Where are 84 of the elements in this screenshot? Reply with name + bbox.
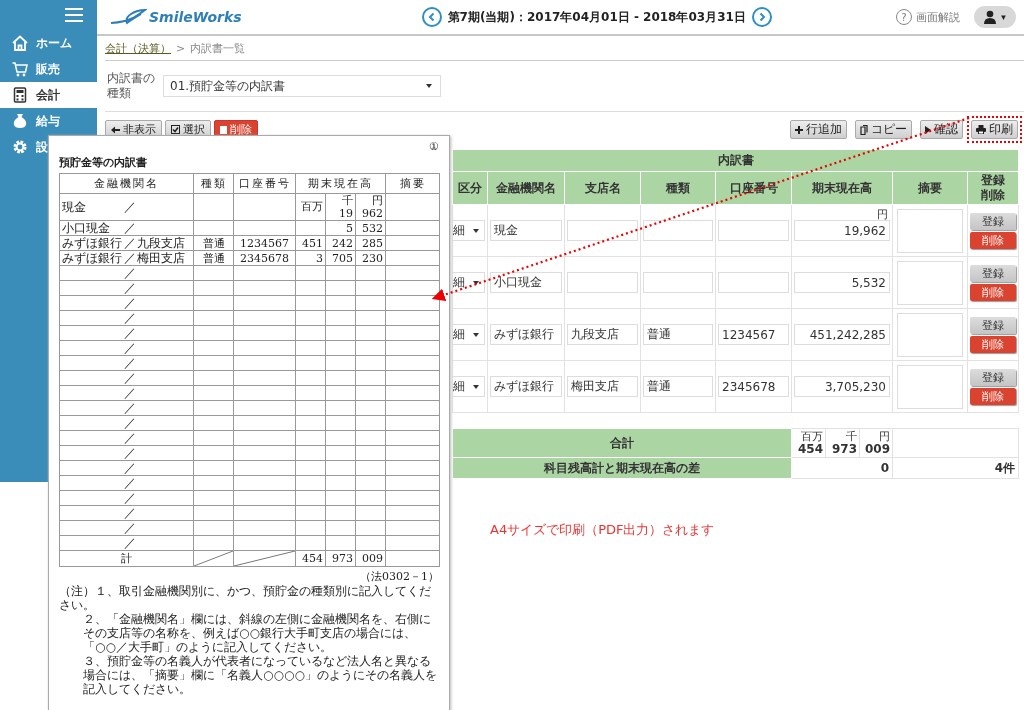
slash-mark: ／: [124, 251, 136, 265]
slash-mark: ／: [124, 341, 136, 355]
slash-mark: ／: [124, 521, 136, 535]
form-code: （法0302－1）: [360, 569, 439, 584]
page-number: ①: [429, 140, 439, 153]
slash-mark: ／: [124, 476, 136, 490]
bank-name: みずほ銀行: [62, 251, 123, 265]
unit-label: 円: [371, 194, 383, 207]
column-header: 摘要: [385, 173, 440, 194]
amount-value: 705: [331, 251, 353, 265]
field-label: 内訳書の種類: [107, 71, 155, 101]
document-title: 預貯金等の内訳書: [59, 155, 148, 170]
column-header: 登録削除: [967, 171, 1019, 205]
unit-label: 百万: [300, 201, 323, 213]
column-header: 期末現在高: [791, 171, 893, 205]
branch-name: 九段支店: [137, 236, 185, 250]
slash-mark: ／: [124, 221, 136, 235]
column-header: 種類: [193, 173, 234, 194]
slash-mark: ／: [124, 536, 136, 550]
amount-value: 532: [361, 221, 383, 235]
column-header: 摘要: [892, 171, 968, 205]
slash-mark: ／: [124, 296, 136, 310]
breadcrumb-current: 内訳書一覧: [190, 40, 246, 56]
bank-name: 現金: [62, 200, 87, 214]
slash-mark: ／: [124, 446, 136, 460]
branch-name: 梅田支店: [137, 251, 185, 265]
slash-mark: ／: [124, 326, 136, 340]
bank-name: みずほ銀行: [62, 236, 123, 250]
column-header: 口座番号: [233, 173, 296, 194]
period-label: 第7期(当期)：2017年04月01日 - 2018年03月31日: [447, 8, 746, 26]
total-label: 計: [59, 550, 194, 567]
amount-value: 230: [361, 251, 383, 265]
breadcrumb-separator: >: [176, 41, 186, 55]
column-header: 区分: [452, 171, 488, 205]
unit-label: 円: [877, 207, 888, 222]
caption: A4サイズで印刷（PDF出力）されます: [490, 521, 716, 539]
table-cell: 普通: [193, 250, 234, 266]
slash-mark: ／: [124, 356, 136, 370]
slash-mark: ／: [124, 491, 136, 505]
unit-label: 円: [878, 431, 890, 443]
slash-mark: ／: [124, 281, 136, 295]
table-title: 内訳書: [452, 149, 1019, 172]
amount-value: 285: [361, 236, 383, 250]
column-header: 期末現在高: [295, 173, 386, 194]
column-header: 種類: [640, 171, 716, 205]
difference-label: 科目残高計と期末現在高の差: [452, 457, 792, 479]
difference-value: 0: [791, 457, 893, 479]
amount-value: 242: [331, 236, 353, 250]
table-cell: 1234567: [233, 235, 296, 251]
unit-label: 千: [845, 431, 857, 443]
unit-label: 千: [341, 194, 353, 207]
slash-mark: ／: [124, 506, 136, 520]
slash-mark: ／: [124, 401, 136, 415]
total-label: 合計: [452, 428, 792, 458]
bank-name: 小口現金: [62, 221, 111, 235]
slash-mark: ／: [124, 371, 136, 385]
note-text: （注）１、取引金融機関別に、かつ、預貯金の種類別に記入してください。: [59, 584, 432, 612]
total-value: 454: [796, 443, 823, 455]
column-header: 金融機関名: [59, 173, 194, 194]
note-text: ２、「金融機関名」欄には、斜線の左側に金融機関名を、右側にその支店等の名称を、例えば○○銀行大手町支店の場合には、「○○／大手町」のように記入してください。: [82, 612, 432, 654]
slash-mark: ／: [124, 311, 136, 325]
table-cell: 973: [325, 550, 356, 567]
total-value: 973: [830, 443, 857, 455]
row-count: 4件: [892, 457, 1019, 479]
slash-mark: ／: [124, 416, 136, 430]
column-header: 支店名: [564, 171, 641, 205]
table-cell: 2345678: [233, 250, 296, 266]
slash-mark: ／: [124, 431, 136, 445]
slash-mark: ／: [124, 461, 136, 475]
amount-value: 451: [301, 236, 323, 250]
unit-label: 百万: [800, 431, 823, 443]
amount-value: 5: [345, 221, 353, 235]
note-text: ３、預貯金等の名義人が代表者になっているなど法人名と異なる場合には、「摘要」欄に「名義人○○○○」のようにその名義人を記入してください。: [82, 654, 438, 696]
table-cell: 普通: [193, 235, 234, 251]
slash-mark: ／: [124, 266, 136, 280]
amount-value: 19: [338, 206, 353, 220]
table-cell: 009: [355, 550, 386, 567]
column-header: 金融機関名: [487, 171, 565, 205]
slash-mark: ／: [124, 236, 136, 250]
slash-mark: ／: [124, 200, 136, 214]
amount-value: 3: [315, 251, 323, 265]
slash-mark: ／: [124, 386, 136, 400]
amount-value: 962: [361, 206, 383, 220]
total-value: 009: [863, 443, 890, 455]
